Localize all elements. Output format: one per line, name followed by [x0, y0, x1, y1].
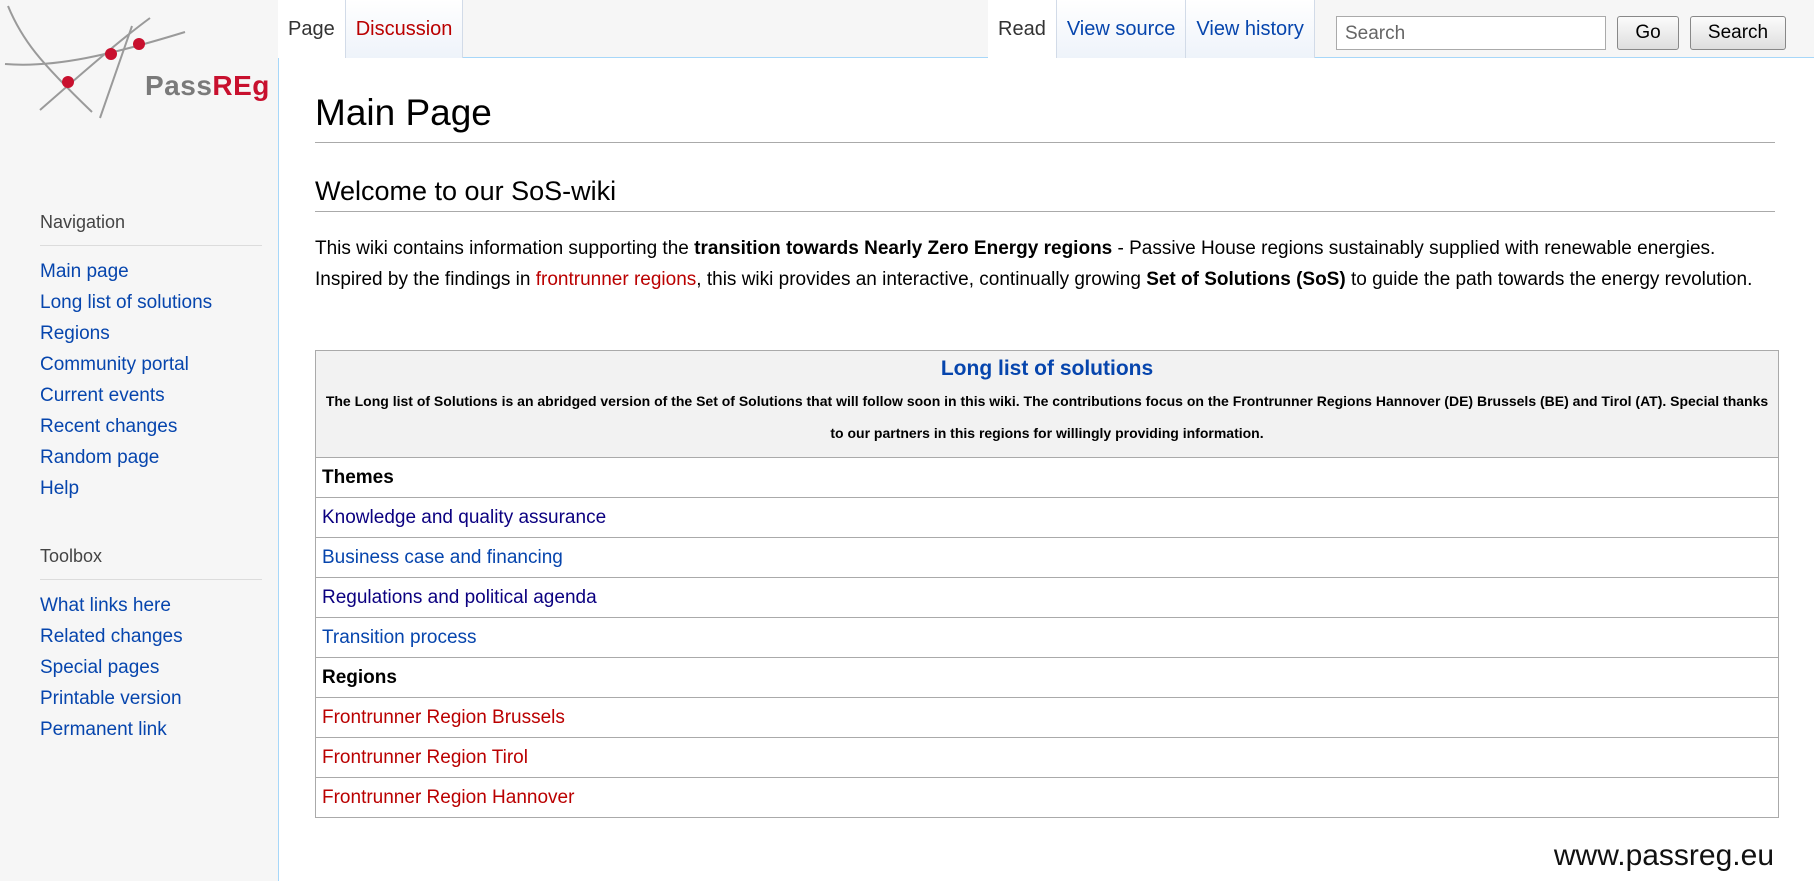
theme-link-transition[interactable]: Transition process — [322, 627, 477, 648]
go-button[interactable]: Go — [1617, 16, 1679, 50]
tab-view-history[interactable]: View history — [1186, 0, 1315, 58]
table-row: Business case and financing — [315, 537, 1779, 578]
intro-bold-2: Set of Solutions (SoS) — [1146, 269, 1346, 290]
namespace-tabs: Page Discussion — [278, 0, 464, 58]
table-row: Regulations and political agenda — [315, 577, 1779, 618]
sidebar-item-help[interactable]: Help — [40, 473, 262, 504]
intro-bold-1: transition towards Nearly Zero Energy re… — [694, 238, 1113, 259]
sidebar-toolbox: Toolbox What links here Related changes … — [40, 546, 262, 745]
region-link-tirol[interactable]: Frontrunner Region Tirol — [322, 747, 528, 768]
intro-paragraph: This wiki contains information supportin… — [315, 233, 1783, 295]
sidebar-item-related-changes[interactable]: Related changes — [40, 621, 262, 652]
sidebar-navigation: Navigation Main page Long list of soluti… — [40, 212, 262, 504]
content-area: Main Page Welcome to our SoS-wiki This w… — [278, 57, 1814, 881]
table-row: Frontrunner Region Brussels — [315, 697, 1779, 738]
logo-graphic — [4, 5, 186, 119]
intro-text-4: to guide the path towards the energy rev… — [1345, 269, 1753, 290]
tab-read[interactable]: Read — [988, 0, 1057, 58]
sidebar-item-what-links-here[interactable]: What links here — [40, 590, 262, 621]
region-link-brussels[interactable]: Frontrunner Region Brussels — [322, 707, 565, 728]
sidebar-item-main-page[interactable]: Main page — [40, 256, 262, 287]
search-button[interactable]: Search — [1690, 16, 1786, 50]
search-input[interactable]: Search — [1336, 16, 1606, 50]
table-header-cell: Long list of solutions The Long list of … — [315, 350, 1779, 458]
sidebar-item-special-pages[interactable]: Special pages — [40, 652, 262, 683]
navigation-heading: Navigation — [40, 212, 262, 246]
region-link-hannover[interactable]: Frontrunner Region Hannover — [322, 787, 574, 808]
welcome-heading: Welcome to our SoS-wiki — [315, 176, 1775, 212]
sidebar-item-current-events[interactable]: Current events — [40, 380, 262, 411]
theme-link-regulations[interactable]: Regulations and political agenda — [322, 587, 597, 608]
page-title: Main Page — [315, 92, 1775, 143]
table-row: Frontrunner Region Tirol — [315, 737, 1779, 778]
view-tabs: Read View source View history — [988, 0, 1315, 58]
site-logo[interactable]: PassREg — [0, 0, 278, 130]
footer-url: www.passreg.eu — [1553, 839, 1774, 872]
logo-text-pass: Pass — [145, 70, 213, 101]
theme-link-knowledge[interactable]: Knowledge and quality assurance — [322, 507, 606, 528]
tab-view-source[interactable]: View source — [1056, 0, 1187, 58]
sidebar-item-recent-changes[interactable]: Recent changes — [40, 411, 262, 442]
sidebar-item-permanent-link[interactable]: Permanent link — [40, 714, 262, 745]
themes-heading: Themes — [315, 457, 1779, 498]
table-row: Knowledge and quality assurance — [315, 497, 1779, 538]
tab-page[interactable]: Page — [278, 0, 346, 58]
tab-discussion[interactable]: Discussion — [345, 0, 464, 58]
toolbox-heading: Toolbox — [40, 546, 262, 580]
sidebar-item-community-portal[interactable]: Community portal — [40, 349, 262, 380]
frontrunner-regions-link[interactable]: frontrunner regions — [536, 269, 697, 290]
logo-wordmark: PassREg — [145, 70, 270, 102]
sidebar-item-regions[interactable]: Regions — [40, 318, 262, 349]
theme-link-business[interactable]: Business case and financing — [322, 547, 563, 568]
sidebar-item-printable-version[interactable]: Printable version — [40, 683, 262, 714]
table-row: Transition process — [315, 617, 1779, 658]
sidebar-item-random-page[interactable]: Random page — [40, 442, 262, 473]
logo-text-reg: REg — [212, 70, 270, 101]
table-description: The Long list of Solutions is an abridge… — [325, 393, 1769, 441]
solutions-table: Long list of solutions The Long list of … — [315, 350, 1779, 818]
intro-text-1: This wiki contains information supportin… — [315, 238, 695, 259]
intro-text-3: , this wiki provides an interactive, con… — [696, 269, 1147, 290]
table-title-link[interactable]: Long list of solutions — [322, 357, 1772, 381]
regions-heading: Regions — [315, 657, 1779, 698]
sidebar-item-long-list[interactable]: Long list of solutions — [40, 287, 262, 318]
table-row: Frontrunner Region Hannover — [315, 777, 1779, 818]
